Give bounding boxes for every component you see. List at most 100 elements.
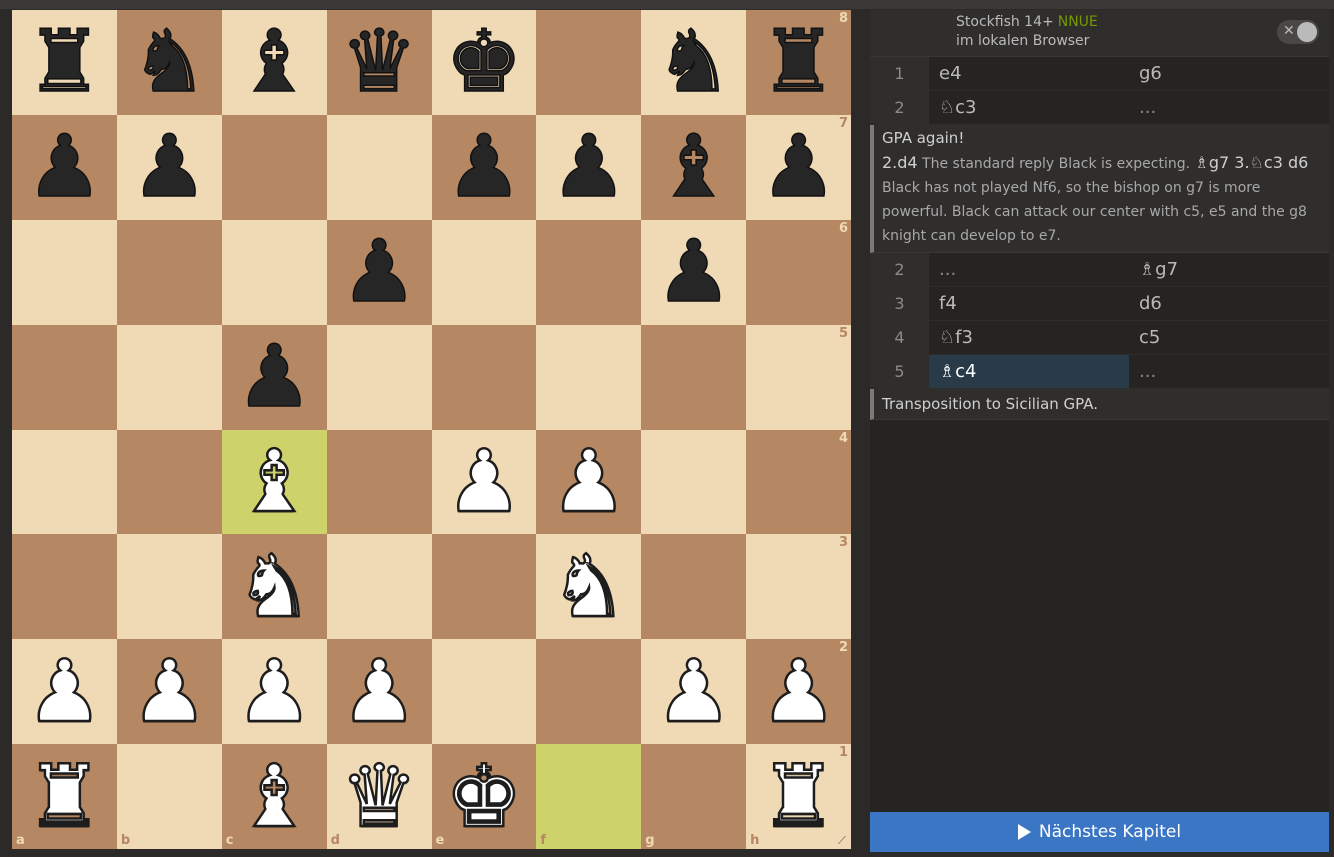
square-a5[interactable] <box>12 324 117 430</box>
white-knight-icon[interactable]: ♞ <box>549 543 629 632</box>
white-move[interactable]: ♘f3 <box>929 321 1129 354</box>
chessboard[interactable]: ♜ ♞ ♝ ♛ ♚ ♞ ♜ 8 ♟ ♟ ♟ ♟ ♝ ♟ 7 ♟ ♟ 6 ♟ 5 ♝ ♟ ♟ 4 ♞ ♞ 3 ♟ ♟ ♟ ♟ ♟ ♟ 2 ♜ a b ♝ c ♛… <box>12 10 851 849</box>
square-f8[interactable] <box>536 10 642 115</box>
square-b7[interactable]: ♟ <box>116 114 222 220</box>
white-bishop-icon[interactable]: ♝ <box>234 752 314 841</box>
square-a3[interactable] <box>12 534 117 640</box>
white-pawn-icon[interactable]: ♟ <box>759 647 839 736</box>
black-pawn-icon[interactable]: ♟ <box>235 333 314 421</box>
black-bishop-icon[interactable]: ♝ <box>235 19 314 107</box>
black-pawn-icon[interactable]: ♟ <box>549 124 628 212</box>
black-move[interactable]: g6 <box>1129 57 1329 90</box>
white-pawn-icon[interactable]: ♟ <box>129 647 209 736</box>
black-move[interactable]: ♗g7 <box>1129 253 1329 286</box>
white-move[interactable]: ♘c3 <box>929 91 1129 124</box>
white-knight-icon[interactable]: ♞ <box>234 543 314 632</box>
white-pawn-icon[interactable]: ♟ <box>339 647 419 736</box>
square-a7[interactable]: ♟ <box>12 114 117 220</box>
square-d6[interactable]: ♟ <box>326 219 432 325</box>
black-pawn-icon[interactable]: ♟ <box>759 124 838 212</box>
square-c3[interactable]: ♞ <box>221 534 327 640</box>
square-g2[interactable]: ♟ <box>641 639 747 745</box>
square-f6[interactable] <box>536 219 642 325</box>
square-g7[interactable]: ♝ <box>641 114 747 220</box>
square-b5[interactable] <box>116 324 222 430</box>
next-chapter-button[interactable]: Nächstes Kapitel <box>870 812 1329 852</box>
square-b1[interactable]: b <box>116 744 222 849</box>
square-h8[interactable]: ♜ 8 <box>746 10 851 115</box>
square-h4[interactable]: 4 <box>746 429 851 535</box>
resize-handle-icon[interactable]: ⟋ <box>838 834 850 847</box>
square-c8[interactable]: ♝ <box>221 10 327 115</box>
square-c1[interactable]: ♝ c <box>221 744 327 849</box>
square-f1[interactable]: f <box>536 744 642 849</box>
white-rook-icon[interactable]: ♜ <box>25 752 105 841</box>
square-h7[interactable]: ♟ 7 <box>746 114 851 220</box>
square-g5[interactable] <box>641 324 747 430</box>
square-h3[interactable]: 3 <box>746 534 851 640</box>
white-move[interactable]: e4 <box>929 57 1129 90</box>
square-g1[interactable]: g <box>641 744 747 849</box>
square-e7[interactable]: ♟ <box>431 114 537 220</box>
engine-toggle[interactable]: ✕ <box>1277 20 1319 44</box>
square-h2[interactable]: ♟ 2 <box>746 639 851 745</box>
white-king-icon[interactable]: ♚ <box>444 752 524 841</box>
white-bishop-icon[interactable]: ♝ <box>234 438 314 527</box>
square-a2[interactable]: ♟ <box>12 639 117 745</box>
black-rook-icon[interactable]: ♜ <box>759 19 838 107</box>
square-d2[interactable]: ♟ <box>326 639 432 745</box>
black-pawn-icon[interactable]: ♟ <box>654 228 733 316</box>
square-c7[interactable] <box>221 114 327 220</box>
square-d4[interactable] <box>326 429 432 535</box>
square-e6[interactable] <box>431 219 537 325</box>
square-d8[interactable]: ♛ <box>326 10 432 115</box>
square-b2[interactable]: ♟ <box>116 639 222 745</box>
square-e2[interactable] <box>431 639 537 745</box>
square-e4[interactable]: ♟ <box>431 429 537 535</box>
square-c6[interactable] <box>221 219 327 325</box>
square-b6[interactable] <box>116 219 222 325</box>
square-b8[interactable]: ♞ <box>116 10 222 115</box>
white-pawn-icon[interactable]: ♟ <box>654 647 734 736</box>
square-b3[interactable] <box>116 534 222 640</box>
black-pawn-icon[interactable]: ♟ <box>130 124 209 212</box>
square-h6[interactable]: 6 <box>746 219 851 325</box>
square-a8[interactable]: ♜ <box>12 10 117 115</box>
black-pawn-icon[interactable]: ♟ <box>340 228 419 316</box>
white-pawn-icon[interactable]: ♟ <box>25 647 105 736</box>
square-d3[interactable] <box>326 534 432 640</box>
square-a6[interactable] <box>12 219 117 325</box>
white-move[interactable]: ♗c4 <box>929 355 1129 388</box>
square-e1[interactable]: ♚ e <box>431 744 537 849</box>
square-c5[interactable]: ♟ <box>221 324 327 430</box>
square-g3[interactable] <box>641 534 747 640</box>
white-move[interactable]: f4 <box>929 287 1129 320</box>
square-d1[interactable]: ♛ d <box>326 744 432 849</box>
square-c2[interactable]: ♟ <box>221 639 327 745</box>
white-rook-icon[interactable]: ♜ <box>759 752 839 841</box>
black-pawn-icon[interactable]: ♟ <box>25 124 104 212</box>
black-move[interactable]: c5 <box>1129 321 1329 354</box>
square-e3[interactable] <box>431 534 537 640</box>
square-d5[interactable] <box>326 324 432 430</box>
black-knight-icon[interactable]: ♞ <box>130 19 209 107</box>
square-h5[interactable]: 5 <box>746 324 851 430</box>
black-bishop-icon[interactable]: ♝ <box>654 124 733 212</box>
square-f2[interactable] <box>536 639 642 745</box>
square-g4[interactable] <box>641 429 747 535</box>
square-f7[interactable]: ♟ <box>536 114 642 220</box>
square-e5[interactable] <box>431 324 537 430</box>
square-c4[interactable]: ♝ <box>221 429 327 535</box>
square-b4[interactable] <box>116 429 222 535</box>
square-f5[interactable] <box>536 324 642 430</box>
black-king-icon[interactable]: ♚ <box>445 19 524 107</box>
comment-variation-link[interactable]: ♗g7 3.♘c3 d6 <box>1195 153 1309 172</box>
black-rook-icon[interactable]: ♜ <box>25 19 104 107</box>
white-pawn-icon[interactable]: ♟ <box>234 647 314 736</box>
square-a4[interactable] <box>12 429 117 535</box>
black-move[interactable]: d6 <box>1129 287 1329 320</box>
comment-move-link[interactable]: 2.d4 <box>882 153 918 172</box>
black-queen-icon[interactable]: ♛ <box>340 19 419 107</box>
black-knight-icon[interactable]: ♞ <box>654 19 733 107</box>
black-pawn-icon[interactable]: ♟ <box>445 124 524 212</box>
